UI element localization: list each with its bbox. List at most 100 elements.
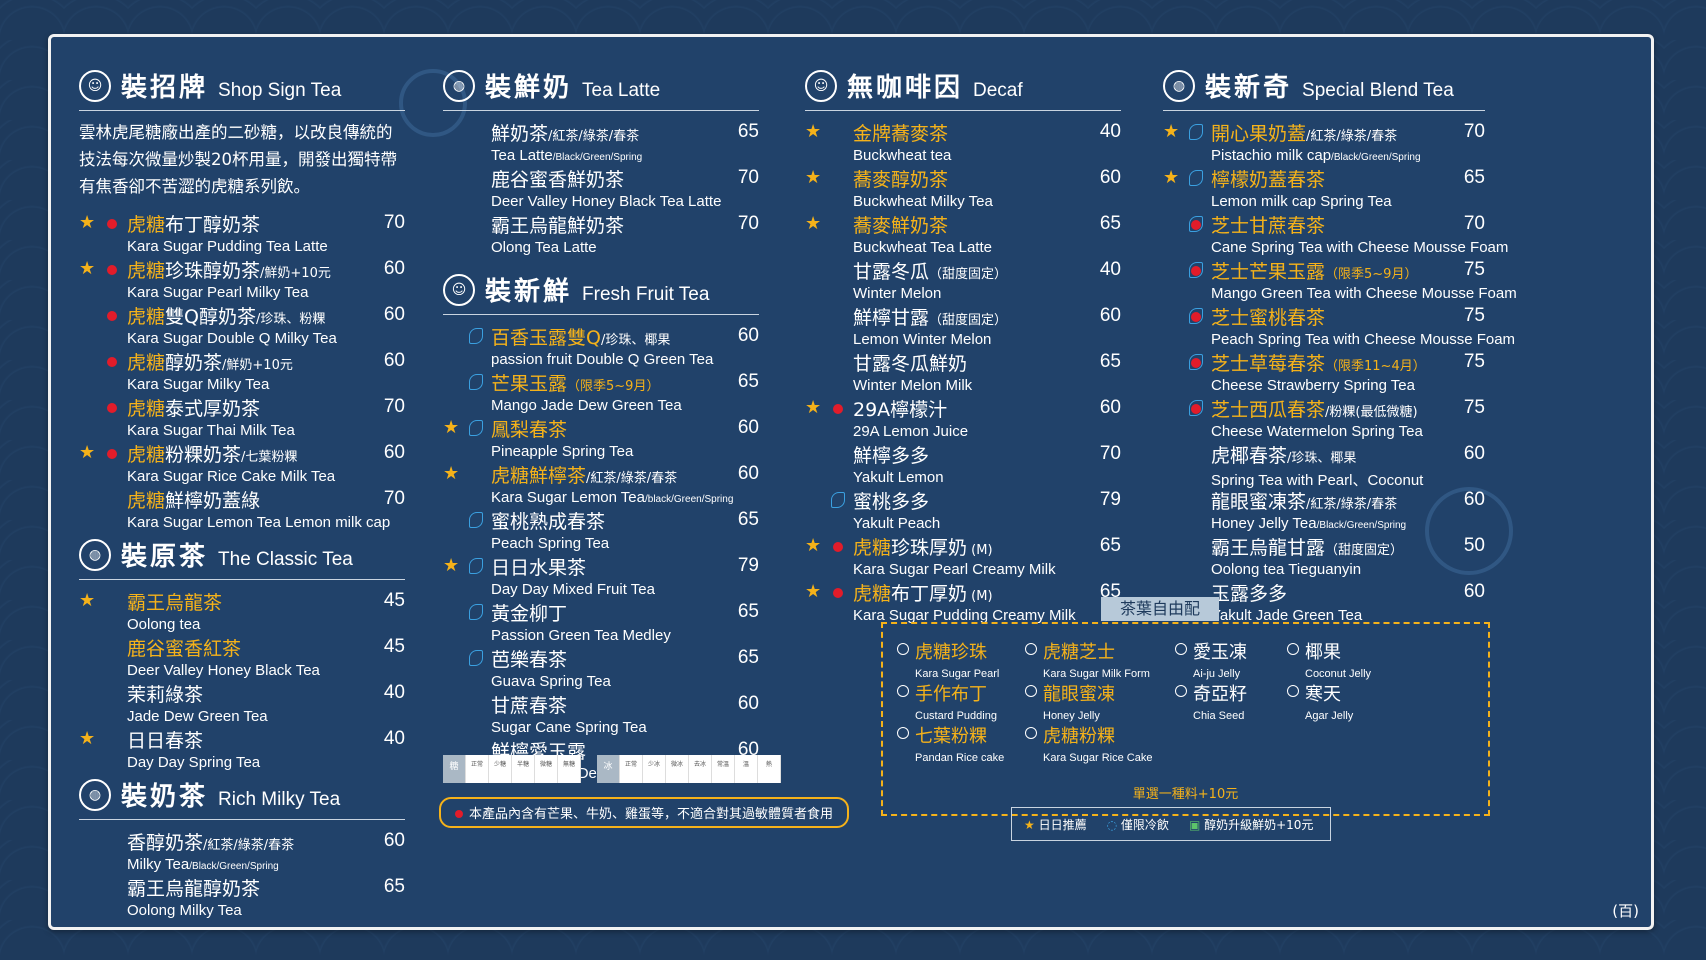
sugar-level: 正常 <box>466 755 489 783</box>
sugar-level: 微糖 <box>535 755 558 783</box>
item-name: 虎糖珍珠厚奶 (M) <box>853 533 1121 560</box>
item-name-text: 甘露冬瓜鮮奶 <box>853 353 968 375</box>
item-price: 60 <box>737 325 759 346</box>
section-title: 裝原茶 <box>121 542 209 572</box>
column-1: ☺ 裝招牌 Shop Sign Tea 雲林虎尾糖廠出產的二砂糖，以改良傳統的技… <box>79 67 405 920</box>
item-price: 60 <box>383 442 405 463</box>
item-english: Yakult Peach <box>853 515 1121 532</box>
item-english: Kara Sugar Rice Cake Milk Tea <box>127 468 405 485</box>
menu-item: ★ 虎糖粉粿奶茶/七葉粉粿 Kara Sugar Rice Cake Milk Te… <box>79 440 405 486</box>
item-price: 75 <box>1463 351 1485 372</box>
red-dot-icon <box>833 542 843 552</box>
item-name-highlight: 虎糖 <box>127 398 166 420</box>
latte-list: 鮮奶茶/紅茶/綠茶/春茶 Tea Latte/Black/Green/Spring… <box>443 119 759 257</box>
item-name-text: 日日水果茶 <box>491 557 587 579</box>
section-subtitle: Rich Milky Tea <box>218 789 341 810</box>
item-note: /粉粿(最低微糖) <box>1325 405 1418 420</box>
red-dot-icon <box>107 357 117 367</box>
item-name-highlight: 虎糖 <box>127 352 166 374</box>
item-english-text: Olong Tea Latte <box>491 239 597 256</box>
menu-item: ★ 虎糖布丁醇奶茶 Kara Sugar Pudding Tea Latte 70 <box>79 210 405 256</box>
menu-item: ★ 檸檬奶蓋春茶 Lemon milk cap Spring Tea 65 <box>1163 165 1485 211</box>
item-name-text: 泰式厚奶茶 <box>165 398 261 420</box>
item-price: 60 <box>383 830 405 851</box>
legend: ★ 日日推薦 ◌ 僅限冷飲 ▣ 醇奶升級鮮奶+10元 <box>1011 807 1331 841</box>
star-icon: ★ <box>79 258 96 279</box>
item-price: 45 <box>383 590 405 611</box>
item-name: 虎糖布丁厚奶 (M) <box>853 579 1121 606</box>
item-english: Sugar Cane Spring Tea <box>491 719 759 736</box>
section-header-fruit: ☺ 裝新鮮 Fresh Fruit Tea <box>443 271 759 315</box>
item-name: 芝士甘蔗春茶 <box>1211 211 1485 238</box>
item-english: Mango Jade Dew Green Tea <box>491 397 759 414</box>
section-title: 無咖啡因 <box>847 73 964 103</box>
item-name: 虎糖布丁醇奶茶 <box>127 210 405 237</box>
cold-drink-icon <box>1189 170 1203 186</box>
item-price: 65 <box>1099 535 1121 556</box>
topping-name: 手作布丁 <box>915 684 987 705</box>
menu-item: ★ 29A檸檬汁 29A Lemon Juice 60 <box>805 395 1121 441</box>
topping-item: 虎糖粉粿 Kara Sugar Rice Cake <box>1025 722 1152 764</box>
item-name-text: 粉粿奶茶 <box>165 444 242 466</box>
star-icon: ★ <box>79 590 96 611</box>
item-english-text: Kara Sugar Pearl Creamy Milk <box>853 561 1056 578</box>
item-english: Peach Spring Tea with Cheese Mousse Foam <box>1211 331 1515 348</box>
red-dot-icon <box>833 588 843 598</box>
item-english-text: Passion Green Tea Medley <box>491 627 671 644</box>
item-english-text: Cheese Strawberry Spring Tea <box>1211 377 1415 394</box>
item-english: Kara Sugar Pudding Tea Latte <box>127 238 405 255</box>
menu-item: 虎椰春茶/珍珠、椰果 Spring Tea with Pearl、Coconut 6… <box>1163 441 1485 489</box>
item-english-note: /black/Green/Spring <box>645 494 734 505</box>
item-english-text: Oolong tea Tieguanyin <box>1211 561 1362 578</box>
item-english-note: /Black/Green/Spring <box>1316 520 1407 531</box>
item-name-text: 鹿谷蜜香鮮奶茶 <box>491 169 625 191</box>
item-english-text: Kara Sugar Lemon Tea <box>491 489 645 506</box>
topping-name: 寒天 <box>1305 684 1341 705</box>
decaf-list: ★ 金牌蕎麥茶 Buckwheat tea 40 ★ 蕎麥醇奶茶 Buckwheat Mil… <box>805 119 1121 625</box>
section-subtitle: Tea Latte <box>582 80 661 101</box>
item-name-text: 珍珠醇奶茶 <box>165 260 261 282</box>
item-english: Cane Spring Tea with Cheese Mousse Foam <box>1211 239 1508 256</box>
menu-item: 霸王烏龍鮮奶茶 Olong Tea Latte 70 <box>443 211 759 257</box>
item-english-text: Peach Spring Tea <box>491 535 610 552</box>
menu-item: 鹿谷蜜香紅茶 Deer Valley Honey Black Tea 45 <box>79 634 405 680</box>
item-english-text: Oolong tea <box>127 616 201 633</box>
item-english: Oolong Milky Tea <box>127 902 405 919</box>
item-english: Kara Sugar Thai Milk Tea <box>127 422 405 439</box>
item-price: 75 <box>1463 397 1485 418</box>
allergy-text: 本產品內含有芒果、牛奶、雞蛋等，不適合對其過敏體質者食用 <box>469 807 834 822</box>
ice-scale: 冰 正常 少冰 微冰 去冰 常溫 溫 熱 <box>597 755 781 783</box>
item-name: 虎椰春茶/珍珠、椰果 <box>1211 441 1485 468</box>
item-name: 蜜桃多多 <box>853 487 1121 514</box>
item-english-text: Buckwheat Milky Tea <box>853 193 993 210</box>
item-name: 日日水果茶 <box>491 553 759 580</box>
menu-item: 芝士芒果玉露（限季5~9月） Mango Green Tea with Chees… <box>1163 257 1517 303</box>
item-price: 60 <box>383 350 405 371</box>
red-dot-icon <box>107 449 117 459</box>
item-name: 蜜桃熟成春茶 <box>491 507 759 534</box>
toppings-note: 單選一種料+10元 <box>1132 787 1239 802</box>
item-english-text: Day Day Mixed Fruit Tea <box>491 581 655 598</box>
menu-item: ★ 虎糖珍珠厚奶 (M) Kara Sugar Pearl Creamy Milk 6… <box>805 533 1121 579</box>
item-price: 65 <box>383 876 405 897</box>
topping-item: 虎糖芝士 Kara Sugar Milk Form <box>1025 638 1150 680</box>
item-note: （限季5~9月） <box>567 379 660 394</box>
ice-level: 常溫 <box>712 755 735 783</box>
topping-bullet-icon <box>1175 685 1187 697</box>
item-note: /鮮奶+10元 <box>260 266 331 281</box>
item-name: 甘露冬瓜（甜度固定） <box>853 257 1121 284</box>
item-name-text: 黃金柳丁 <box>491 603 568 625</box>
item-name: 蕎麥醇奶茶 <box>853 165 1121 192</box>
topping-english: Chia Seed <box>1193 710 1245 722</box>
menu-item: 芒果玉露（限季5~9月） Mango Jade Dew Green Tea 65 <box>443 369 759 415</box>
item-price: 40 <box>383 682 405 703</box>
item-name-highlight: 檸檬奶蓋春茶 <box>1211 169 1326 191</box>
section-subtitle: Decaf <box>973 80 1023 101</box>
ice-level: 少冰 <box>643 755 666 783</box>
item-price: 70 <box>737 213 759 234</box>
item-note: /紅茶/綠茶/春茶 <box>586 471 678 486</box>
topping-item: 奇亞籽 Chia Seed <box>1175 680 1247 722</box>
item-price: 65 <box>737 601 759 622</box>
item-name: 虎糖粉粿奶茶/七葉粉粿 <box>127 440 405 467</box>
item-name-text: 布丁醇奶茶 <box>165 214 261 236</box>
